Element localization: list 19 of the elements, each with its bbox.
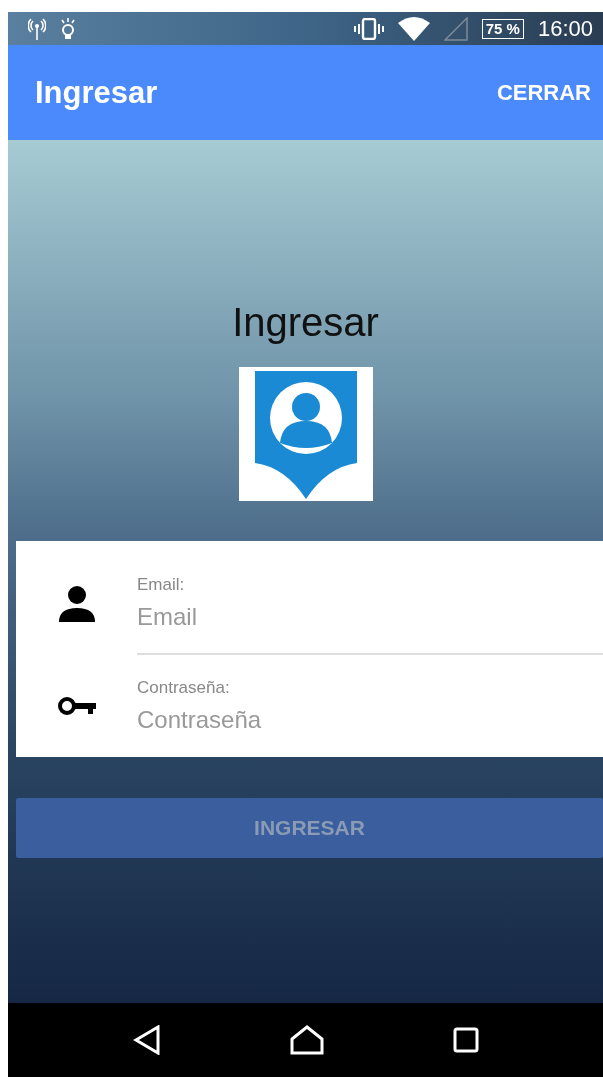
home-icon[interactable] (289, 1025, 324, 1055)
email-field[interactable]: Email (137, 603, 603, 631)
lightbulb-icon (60, 16, 76, 41)
password-field[interactable]: Contraseña (137, 706, 603, 734)
person-icon (57, 586, 96, 622)
signal-icon (443, 16, 468, 41)
vibrate-icon (353, 17, 384, 40)
antenna-icon (28, 17, 46, 40)
app-bar-title: Ingresar (35, 74, 158, 111)
page-heading: Ingresar (232, 300, 379, 345)
battery-indicator: 75 % (481, 18, 524, 39)
field-label: Email: (137, 575, 186, 595)
clock-time: 16:00 (537, 15, 593, 42)
recent-apps-icon[interactable] (452, 1027, 479, 1053)
field-label: Contraseña: (137, 678, 231, 698)
close-button[interactable]: CERRAR (496, 75, 591, 110)
wifi-icon (397, 16, 430, 41)
back-icon[interactable] (132, 1025, 161, 1055)
key-icon (57, 696, 96, 716)
